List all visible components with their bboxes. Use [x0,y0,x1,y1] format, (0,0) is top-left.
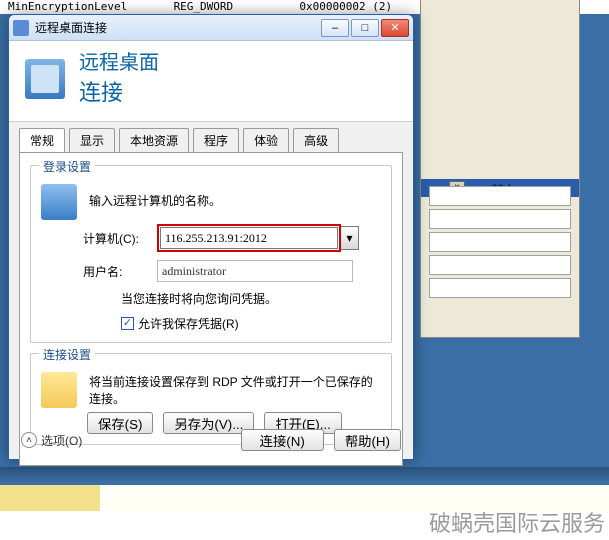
shadow [0,467,609,483]
connection-legend: 连接设置 [39,346,95,363]
credentials-note: 当您连接时将向您询问凭据。 [121,290,381,307]
bg-field[interactable] [429,232,571,252]
username-field [157,260,353,282]
tab-experience[interactable]: 体验 [243,128,289,152]
options-label: 选项(O) [41,432,82,449]
rdp-dialog: 远程桌面连接 – □ ✕ 远程桌面 连接 常规 显示 本地资源 程序 体验 高级… [8,14,414,460]
banner: 远程桌面 连接 [9,41,413,122]
tab-local-resources[interactable]: 本地资源 [119,128,189,152]
login-legend: 登录设置 [39,158,95,175]
connect-button[interactable]: 连接(N) [241,429,324,451]
tab-general[interactable]: 常规 [19,128,65,152]
tabstrip: 常规 显示 本地资源 程序 体验 高级 [19,128,413,152]
window-title: 远程桌面连接 [35,19,319,36]
minimize-button[interactable]: – [321,19,349,37]
banner-title-2: 连接 [79,75,159,107]
options-toggle[interactable]: ˄ 选项(O) [21,432,82,449]
chevron-down-icon: ▾ [346,231,352,245]
bg-field[interactable] [429,186,571,206]
login-intro: 输入远程计算机的名称。 [89,192,221,209]
computer-icon [41,184,77,220]
app-icon [13,20,29,36]
computer-dropdown-button[interactable]: ▾ [341,226,359,250]
login-group: 登录设置 输入远程计算机的名称。 计算机(C): ▾ 用户名: [30,165,392,343]
connection-intro: 将当前连接设置保存到 RDP 文件或打开一个已保存的连接。 [89,373,381,407]
dialog-footer: ˄ 选项(O) 连接(N) 帮助(H) [21,429,401,451]
tab-programs[interactable]: 程序 [193,128,239,152]
stripe-highlight [0,485,100,511]
tab-advanced[interactable]: 高级 [293,128,339,152]
rdp-icon [25,59,65,99]
computer-label: 计算机(C): [83,230,157,247]
bg-field[interactable] [429,255,571,275]
tab-display[interactable]: 显示 [69,128,115,152]
save-credentials-label: 允许我保存凭据(R) [138,315,239,332]
computer-input[interactable] [160,227,338,249]
tabpage-general: 登录设置 输入远程计算机的名称。 计算机(C): ▾ 用户名: [19,152,403,466]
help-button[interactable]: 帮助(H) [334,429,401,451]
titlebar[interactable]: 远程桌面连接 – □ ✕ [9,15,413,41]
banner-title-1: 远程桌面 [79,51,159,75]
folder-icon [41,372,77,408]
bg-field[interactable] [429,209,571,229]
save-credentials-checkbox[interactable]: ✓ [121,317,134,330]
maximize-button[interactable]: □ [351,19,379,37]
background-window: × c 00 ( [420,0,580,338]
chevron-up-icon: ˄ [21,432,37,448]
username-label: 用户名: [83,263,157,280]
close-button[interactable]: ✕ [381,19,409,37]
computer-highlight [157,224,341,252]
bg-field[interactable] [429,278,571,298]
watermark: 破蜗壳国际云服务 [429,506,605,538]
